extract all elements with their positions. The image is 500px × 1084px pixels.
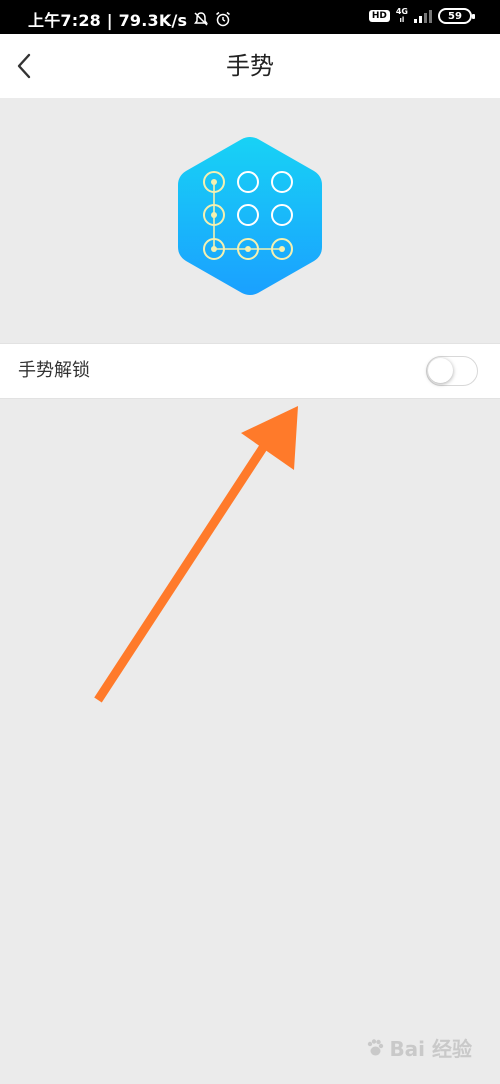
watermark-text: Bai 经验 — [389, 1037, 472, 1061]
status-right: HD 4G ıl 59 — [368, 7, 475, 25]
toggle-knob — [428, 358, 453, 383]
gesture-unlock-toggle[interactable] — [426, 356, 478, 386]
watermark: Bai 经验 — [365, 1033, 472, 1062]
hd-badge: HD — [368, 10, 390, 22]
battery-indicator: 59 — [438, 8, 475, 24]
back-button[interactable] — [4, 46, 44, 86]
gesture-pattern-icon — [178, 137, 322, 295]
gesture-unlock-label: 手势解锁 — [18, 360, 90, 381]
nav-bar: 手势 — [0, 34, 500, 98]
battery-level: 59 — [448, 10, 462, 22]
network-label: 4G ıl — [395, 7, 408, 25]
status-left: 上午7:28 | 79.3K/s — [28, 7, 231, 31]
page-title: 手势 — [226, 52, 274, 80]
network-type: 4G — [395, 7, 408, 16]
paw-icon — [368, 1038, 384, 1055]
status-time-speed: 上午7:28 | 79.3K/s — [28, 11, 188, 30]
signal-icon — [414, 10, 432, 23]
mute-icon — [194, 12, 209, 26]
status-bar: 上午7:28 | 79.3K/s HD 4G ıl 59 — [0, 0, 500, 34]
gesture-unlock-row[interactable]: 手势解锁 — [0, 343, 500, 399]
alarm-icon — [216, 11, 231, 27]
back-chevron-icon — [17, 53, 31, 79]
